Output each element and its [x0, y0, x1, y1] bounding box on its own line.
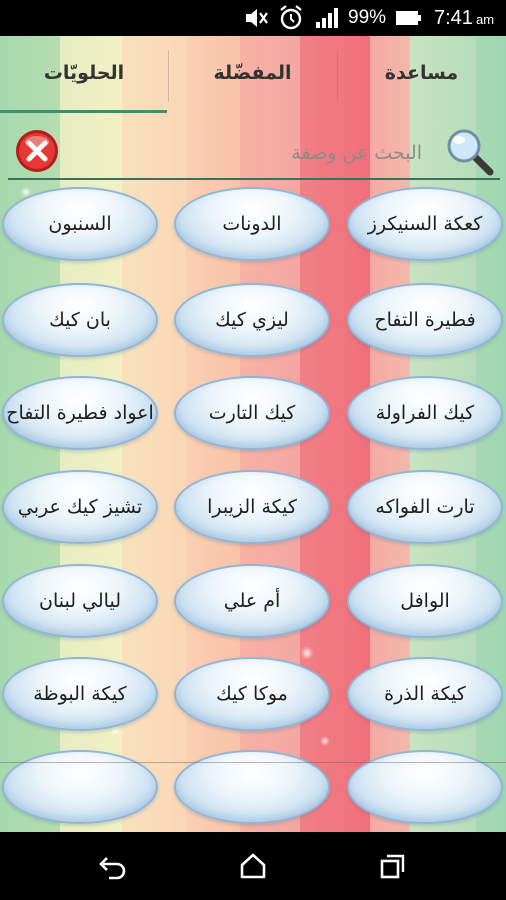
search-underline [8, 178, 500, 180]
recipe-button[interactable]: تارت الفواكه [347, 470, 503, 544]
sparkle-decoration [320, 736, 330, 746]
recipe-button[interactable]: كيكة الذرة [347, 657, 503, 731]
recipe-button[interactable]: كعكة السنيكرز [347, 187, 503, 261]
clock-time: 7:41 [434, 7, 473, 29]
recipe-button[interactable]: الوافل [347, 564, 503, 638]
list-bottom-divider [0, 762, 506, 763]
close-icon [16, 130, 58, 172]
home-icon [240, 853, 266, 879]
recipe-button[interactable]: الدونات [174, 187, 330, 261]
sparkle-decoration [300, 646, 314, 660]
status-bar: 99% 7:41 am [0, 0, 506, 36]
recipe-button[interactable]: بان كيك [2, 283, 158, 357]
recipe-button[interactable]: كيك الفراولة [347, 376, 503, 450]
recipe-button[interactable]: فطيرة التفاح [347, 283, 503, 357]
recipe-button[interactable]: السنبون [2, 187, 158, 261]
recent-apps-icon [380, 854, 405, 879]
battery-percent: 99% [348, 7, 387, 28]
search-input[interactable] [80, 132, 424, 174]
recent-apps-button[interactable] [373, 846, 413, 886]
back-button[interactable] [93, 846, 133, 886]
recipe-button[interactable]: اعواد فطيرة التفاح [2, 376, 158, 450]
app-content: مساعدة المفضّلة الحلويّات كعكة السنيكرز … [0, 36, 506, 832]
magnifier-icon [447, 129, 494, 176]
mute-icon [243, 0, 269, 36]
tab-divider [168, 50, 169, 102]
recipe-button[interactable]: أم علي [174, 564, 330, 638]
navigation-bar [0, 832, 506, 900]
recipe-button[interactable]: كيكة الزيبرا [174, 470, 330, 544]
signal-icon [314, 0, 340, 36]
recipe-button[interactable]: ليزي كيك [174, 283, 330, 357]
clear-search-button[interactable] [14, 128, 60, 174]
selected-tab-indicator [0, 110, 167, 113]
tab-bar: مساعدة المفضّلة الحلويّات [0, 36, 506, 114]
recipe-button[interactable]: تشيز كيك عربي [2, 470, 158, 544]
battery-icon [394, 0, 424, 36]
back-icon [99, 857, 126, 880]
search-button[interactable] [444, 126, 496, 178]
tab-divider [337, 50, 338, 102]
recipe-button[interactable]: ليالي لبنان [2, 564, 158, 638]
recipe-button[interactable]: موكا كيك [174, 657, 330, 731]
home-button[interactable] [233, 846, 273, 886]
recipe-button[interactable]: كيكة البوظة [2, 657, 158, 731]
recipe-button[interactable]: كيك التارت [174, 376, 330, 450]
tab-help[interactable]: مساعدة [337, 36, 506, 114]
tab-favorites[interactable]: المفضّلة [168, 36, 337, 114]
alarm-icon [277, 0, 305, 36]
tab-desserts[interactable]: الحلويّات [0, 36, 168, 114]
clock-suffix: am [476, 12, 495, 27]
